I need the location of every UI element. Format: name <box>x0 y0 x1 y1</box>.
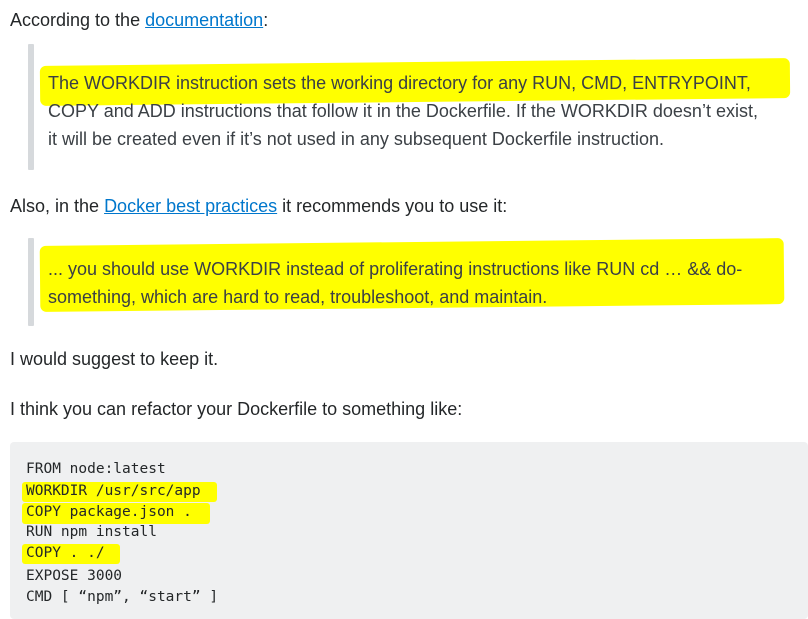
docker-best-practices-link[interactable]: Docker best practices <box>104 196 277 216</box>
quote2-line-1: ... you should use WORKDIR instead of pr… <box>48 259 743 279</box>
also-suffix: it recommends you to use it: <box>277 196 508 216</box>
code-line-4: RUN npm install <box>26 524 157 540</box>
code-line-5: COPY . ./ <box>26 545 105 561</box>
also-prefix: Also, in the <box>10 196 105 216</box>
blockquote-bar-1 <box>28 44 34 170</box>
code-line-1: FROM node:latest <box>26 461 166 477</box>
refactor-paragraph: I think you can refactor your Dockerfile… <box>10 399 463 419</box>
code-line-6: EXPOSE 3000 <box>26 568 123 584</box>
also-paragraph: Also, in the Docker best practices it re… <box>10 194 507 218</box>
code-block: FROM node:latest WORKDIR /usr/src/app CO… <box>10 442 808 619</box>
blockquote-bar-2 <box>28 238 34 326</box>
quote1-line-2: COPY and ADD instructions that follow it… <box>48 101 758 121</box>
quote1-line-1: The WORKDIR instruction sets the working… <box>48 73 751 93</box>
suggestion-paragraph: I would suggest to keep it. <box>10 349 219 369</box>
intro-suffix: : <box>263 10 269 30</box>
documentation-link[interactable]: documentation <box>145 10 263 30</box>
code-line-7: CMD [ “npm”, “start” ] <box>26 589 219 605</box>
quote2-line-2: something, which are hard to read, troub… <box>48 287 548 307</box>
code-line-2: WORKDIR /usr/src/app <box>26 483 201 499</box>
intro-prefix: According to the <box>10 10 146 30</box>
intro-paragraph: According to the documentation: <box>10 8 268 32</box>
quote1-line-3: it will be created even if it’s not used… <box>48 129 664 149</box>
code-line-3: COPY package.json . <box>26 504 192 520</box>
